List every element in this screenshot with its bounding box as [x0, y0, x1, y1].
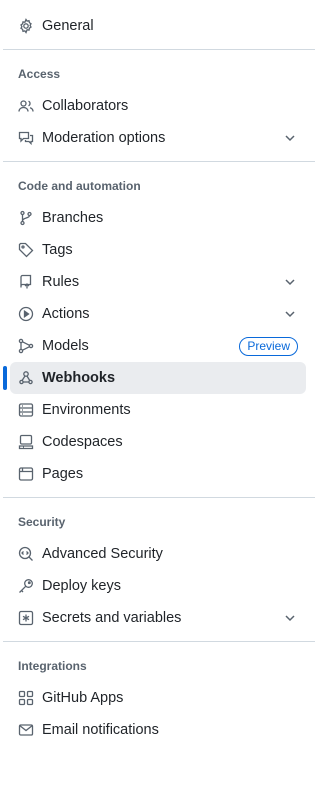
asterisk-icon [18, 610, 34, 626]
sidebar-item-label: Secrets and variables [42, 610, 182, 626]
chevron-down-icon [282, 130, 298, 146]
settings-sidebar: General Access Collaborators Moderation … [0, 0, 321, 802]
sidebar-item-general[interactable]: General [10, 10, 306, 42]
mail-icon [18, 722, 34, 738]
sidebar-item-label: Actions [42, 306, 90, 322]
sidebar-item-label: Deploy keys [42, 578, 121, 594]
sidebar-item-email-notifications[interactable]: Email notifications [10, 714, 306, 746]
browser-icon [18, 466, 34, 482]
play-icon [18, 306, 34, 322]
sidebar-item-branches[interactable]: Branches [10, 202, 306, 234]
sidebar-item-webhooks[interactable]: Webhooks [10, 362, 306, 394]
sidebar-item-github-apps[interactable]: GitHub Apps [10, 682, 306, 714]
codescan-icon [18, 546, 34, 562]
sidebar-item-environments[interactable]: Environments [10, 394, 306, 426]
apps-icon [18, 690, 34, 706]
chevron-down-icon [282, 610, 298, 626]
sidebar-item-moderation-options[interactable]: Moderation options [10, 122, 306, 154]
sidebar-item-label: Moderation options [42, 130, 166, 146]
divider [3, 497, 315, 498]
gear-icon [18, 18, 34, 34]
server-icon [18, 402, 34, 418]
people-icon [18, 98, 34, 114]
sidebar-item-label: Pages [42, 466, 84, 482]
sidebar-item-models[interactable]: Models Preview [10, 330, 306, 362]
active-indicator [3, 366, 7, 390]
comment-discussion-icon [18, 130, 34, 146]
section-heading-code-and-automation: Code and automation [18, 179, 141, 193]
section-heading-access: Access [18, 67, 61, 81]
sidebar-item-label: Environments [42, 402, 131, 418]
git-branch-icon [18, 210, 34, 226]
sidebar-item-label: Codespaces [42, 434, 123, 450]
chevron-down-icon [282, 306, 298, 322]
sidebar-item-secrets-and-variables[interactable]: Secrets and variables [10, 602, 306, 634]
key-icon [18, 578, 34, 594]
sidebar-item-label: Branches [42, 210, 104, 226]
sidebar-item-label: Collaborators [42, 98, 129, 114]
sidebar-item-label: General [42, 18, 94, 34]
sidebar-item-pages[interactable]: Pages [10, 458, 306, 490]
sidebar-item-actions[interactable]: Actions [10, 298, 306, 330]
section-heading-integrations: Integrations [18, 659, 87, 673]
sidebar-item-label: Rules [42, 274, 80, 290]
sidebar-item-label: Email notifications [42, 722, 159, 738]
sidebar-item-label: Models [42, 338, 89, 354]
sidebar-item-label: GitHub Apps [42, 690, 124, 706]
tag-icon [18, 242, 34, 258]
webhook-icon [18, 370, 34, 386]
divider [3, 49, 315, 50]
sidebar-item-deploy-keys[interactable]: Deploy keys [10, 570, 306, 602]
sidebar-item-collaborators[interactable]: Collaborators [10, 90, 306, 122]
models-icon [18, 338, 34, 354]
divider [3, 161, 315, 162]
sidebar-item-advanced-security[interactable]: Advanced Security [10, 538, 306, 570]
divider [3, 641, 315, 642]
repo-push-icon [18, 274, 34, 290]
sidebar-item-label: Tags [42, 242, 73, 258]
chevron-down-icon [282, 274, 298, 290]
sidebar-item-label: Webhooks [42, 370, 116, 386]
sidebar-item-label: Advanced Security [42, 546, 163, 562]
sidebar-item-codespaces[interactable]: Codespaces [10, 426, 306, 458]
codespaces-icon [18, 434, 34, 450]
sidebar-item-rules[interactable]: Rules [10, 266, 306, 298]
sidebar-item-tags[interactable]: Tags [10, 234, 306, 266]
section-heading-security: Security [18, 515, 66, 529]
preview-badge: Preview [239, 336, 298, 356]
